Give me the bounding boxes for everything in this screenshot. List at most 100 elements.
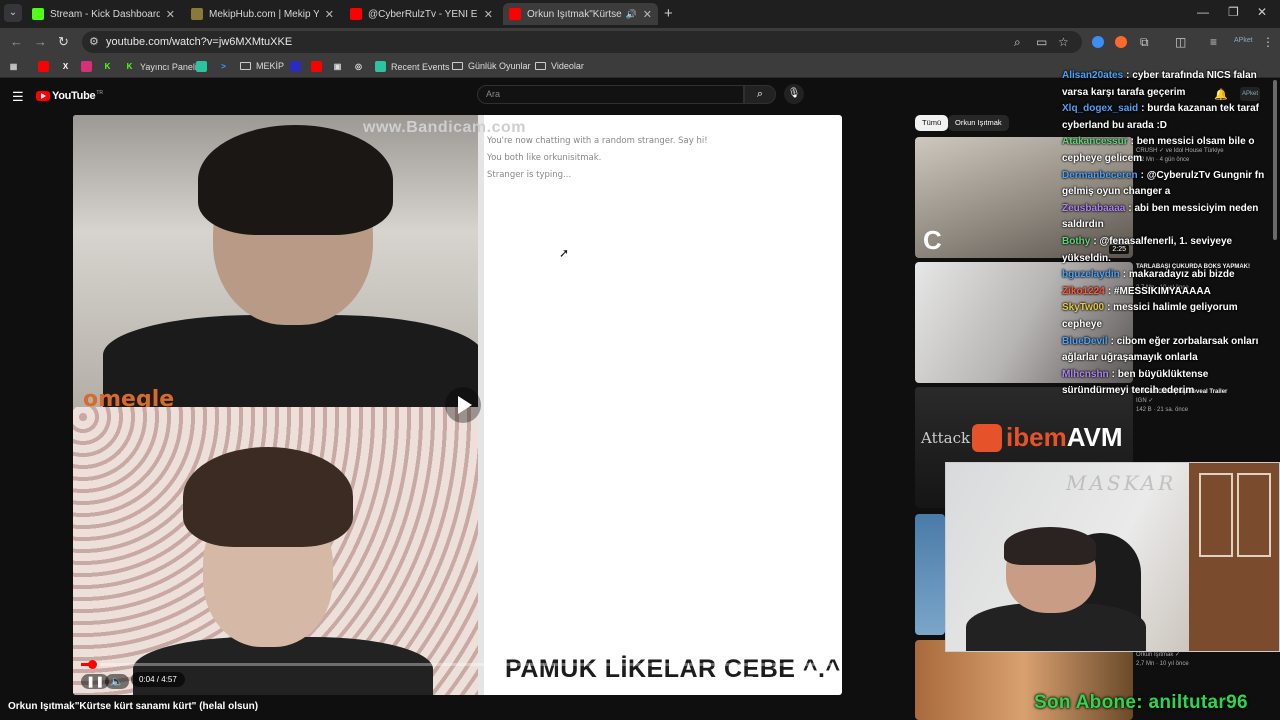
chat-message: Alisan20ates: cyber tarafında NICS falan…: [1062, 70, 1257, 98]
chat-message: Ziko1224: #MESSIKIMYAAAAA: [1062, 285, 1211, 297]
tab-search-icon[interactable]: ⌄: [4, 4, 22, 22]
bookmark-instagram[interactable]: [81, 61, 97, 72]
new-tab-icon[interactable]: +: [664, 5, 673, 22]
recommended-video-thumbnail[interactable]: [915, 514, 945, 635]
chat-message: SkyTw00: messici halimle geliyorum cephe…: [1062, 302, 1238, 330]
chat-message: Zeusbabaaaa: abi ben messiciyim neden sa…: [1062, 202, 1259, 231]
youtube-logo[interactable]: YouTube TR: [36, 90, 103, 102]
volume-icon[interactable]: 🔈: [105, 674, 129, 689]
minimize-icon[interactable]: —: [1197, 5, 1209, 19]
install-app-icon[interactable]: ▭: [1036, 35, 1047, 49]
bookmark-label: Günlük Oyunlar: [468, 61, 531, 71]
chat-username: Alisan20ates: [1062, 70, 1124, 81]
close-window-icon[interactable]: ✕: [1257, 5, 1267, 19]
extension-icon[interactable]: [1115, 36, 1127, 48]
youtube-wordmark: YouTube: [52, 90, 96, 102]
bookmark-label: Videolar: [551, 61, 584, 71]
youtube-icon: [509, 8, 521, 20]
reload-icon[interactable]: ↻: [58, 34, 69, 50]
shopping-bag-icon: [972, 423, 1002, 452]
tab-orkun-video[interactable]: Orkun Işıtmak"Kürtse kürt sa 🔊 ✕: [503, 3, 658, 25]
bookmark-star-icon[interactable]: ☆: [1058, 35, 1069, 49]
bookmark-x[interactable]: X: [60, 61, 76, 72]
mic-icon: 🎙: [787, 88, 801, 99]
chip-all[interactable]: Tümü: [915, 115, 949, 131]
bookmark-label: MEKİP: [256, 61, 285, 71]
bookmark-generic[interactable]: ◎: [353, 61, 369, 72]
mekip-icon: [191, 8, 203, 20]
back-icon[interactable]: ←: [10, 34, 23, 49]
voice-search-button[interactable]: 🎙: [784, 84, 804, 104]
extension-icon[interactable]: [1092, 36, 1104, 48]
bookmark-youtube[interactable]: [311, 61, 327, 72]
bookmark-image[interactable]: ▣: [332, 61, 348, 72]
progress-bar[interactable]: [81, 660, 834, 669]
autoplay-icon[interactable]: ⏺: [718, 674, 723, 685]
miniplayer-icon[interactable]: ▭: [793, 674, 802, 685]
chat-username: Xlq_dogex_said: [1062, 103, 1139, 115]
search-icon: ⌕: [756, 88, 764, 100]
hamburger-menu-icon[interactable]: ☰: [12, 89, 24, 105]
ibem-avm-logo: ibem AVM: [972, 422, 1123, 453]
chip-orkun-isitmak[interactable]: Orkun Işıtmak: [948, 115, 1009, 131]
attack-on-titan-logo: Attack: [921, 429, 971, 447]
site-info-icon[interactable]: ⚙: [89, 35, 99, 48]
tab-cyberrulztv[interactable]: @CyberRulzTv - YENİ ERKEK M ✕: [344, 3, 499, 25]
extensions-puzzle-icon[interactable]: ⧉: [1140, 35, 1149, 50]
chat-username: SkyTw00: [1062, 302, 1105, 314]
tab-kick-dashboard[interactable]: Stream - Kick Dashboard ✕: [26, 3, 181, 25]
close-tab-icon[interactable]: ✕: [643, 8, 652, 21]
bookmark-generic[interactable]: [196, 61, 212, 72]
user-webcam: [73, 407, 478, 695]
tab-title: @CyberRulzTv - YENİ ERKEK M: [368, 8, 478, 20]
chat-message: Bothy: @fenasalfenerli, 1. seviyeye yüks…: [1062, 235, 1233, 264]
close-tab-icon[interactable]: ✕: [166, 8, 175, 21]
settings-icon[interactable]: ⚙: [769, 674, 779, 687]
apps-grid-icon[interactable]: ▦: [8, 61, 24, 72]
restore-icon[interactable]: ❐: [1228, 5, 1239, 19]
bookmark-folder-gunluk-oyunlar[interactable]: Günlük Oyunlar: [452, 61, 531, 71]
browser-tab-strip: ⌄ Stream - Kick Dashboard ✕ MekipHub.com…: [0, 0, 1280, 28]
search-input[interactable]: Ara: [477, 85, 744, 104]
bookmark-folder-mekip[interactable]: MEKİP: [240, 61, 284, 71]
tab-title: Stream - Kick Dashboard: [50, 8, 160, 20]
bookmark-generic[interactable]: [290, 61, 306, 72]
forward-icon[interactable]: →: [34, 34, 47, 49]
video-player[interactable]: omegle www.Bandicam.com You're now chatt…: [73, 115, 842, 695]
youtube-icon: [350, 8, 362, 20]
chat-username: BlueDevil: [1062, 335, 1108, 347]
meta-line: Orkun Işıtmak ✓: [1136, 652, 1181, 658]
media-control-icon[interactable]: ≡: [1210, 35, 1217, 49]
speaker-icon[interactable]: 🔊: [626, 9, 637, 20]
zoom-icon[interactable]: ⌕: [1014, 35, 1021, 50]
tab-mekiphub[interactable]: MekipHub.com | Mekip Yayıncı ✕: [185, 3, 340, 25]
close-tab-icon[interactable]: ✕: [484, 8, 493, 21]
address-bar[interactable]: ⚙ youtube.com/watch?v=jw6MXMtuXKE: [82, 31, 1082, 53]
search-button[interactable]: ⌕: [744, 85, 776, 104]
menu-icon[interactable]: ⋮: [1262, 35, 1274, 49]
side-panel-icon[interactable]: ◫: [1175, 35, 1186, 49]
tab-title: MekipHub.com | Mekip Yayıncı: [209, 8, 319, 20]
bookmark-prime[interactable]: >: [218, 61, 234, 72]
search-placeholder: Ara: [486, 89, 501, 99]
youtube-play-icon: [36, 91, 50, 101]
big-play-button[interactable]: [445, 387, 481, 423]
bookmark-kick[interactable]: K: [102, 61, 118, 72]
chat-username: Dermanbeceren: [1062, 169, 1138, 181]
fullscreen-icon[interactable]: ⤢: [818, 674, 827, 687]
subtitles-icon[interactable]: ▤: [745, 674, 754, 685]
stream-chat-overlay: Alisan20ates: cyber tarafında NICS falan…: [1062, 68, 1277, 400]
bookmark-yayinci-paneli[interactable]: K Yayıncı Paneli: [124, 61, 197, 72]
bookmark-recent-events[interactable]: Recent Events: [375, 61, 450, 72]
close-tab-icon[interactable]: ✕: [325, 8, 334, 21]
mouse-cursor-icon: ➚: [559, 246, 570, 260]
kick-icon: [32, 8, 44, 20]
webcam-watermark: MASKAR: [1066, 471, 1177, 495]
chat-message: Xlq_dogex_said: burda kazanan tek taraf …: [1062, 103, 1259, 131]
profile-icon[interactable]: APket: [1234, 37, 1253, 44]
bookmark-youtube[interactable]: [38, 61, 54, 72]
bookmark-folder-videolar[interactable]: Videolar: [535, 61, 584, 71]
streamer-webcam: MASKAR: [945, 462, 1280, 652]
sponsor-text: ibem: [1006, 422, 1067, 452]
chat-line: Stranger is typing...: [487, 170, 572, 180]
